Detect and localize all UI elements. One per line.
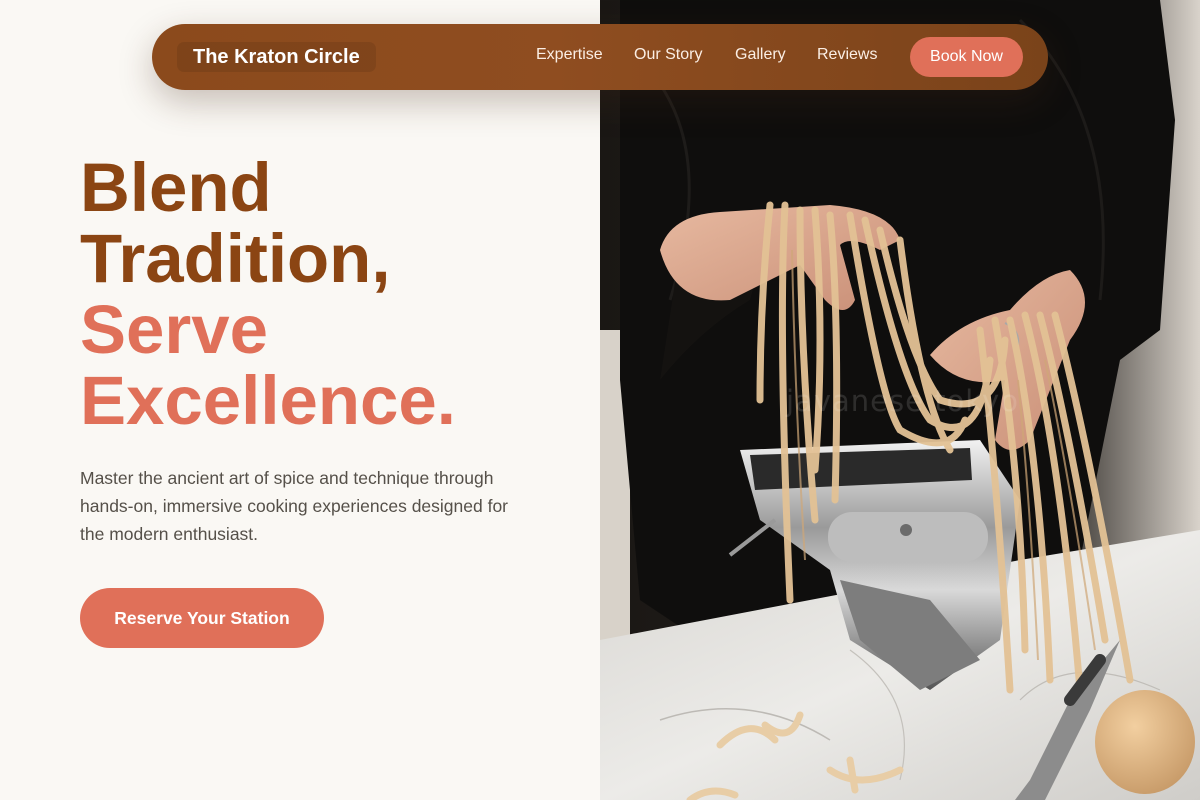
image-watermark: javanese tokyo: [786, 384, 1019, 418]
hero-headline: Blend Tradition, Serve Excellence.: [80, 152, 580, 436]
hero-description: Master the ancient art of spice and tech…: [80, 468, 509, 544]
nav-link-expertise[interactable]: Expertise: [536, 46, 603, 64]
headline-line-4: Excellence.: [80, 362, 456, 439]
nav-link-gallery[interactable]: Gallery: [735, 46, 786, 64]
navbar: The Kraton Circle Expertise Our Story Ga…: [152, 24, 1048, 90]
hero-photo: javanese tokyo: [600, 0, 1200, 800]
brand-logo[interactable]: The Kraton Circle: [177, 42, 376, 72]
nav-link-reviews[interactable]: Reviews: [817, 46, 877, 64]
nav-link-our-story[interactable]: Our Story: [634, 46, 702, 64]
headline-line-1: Blend: [80, 149, 272, 226]
reserve-station-button[interactable]: Reserve Your Station: [80, 588, 324, 648]
book-now-button[interactable]: Book Now: [910, 37, 1023, 77]
headline-line-3: Serve: [80, 291, 268, 368]
headline-line-2: Tradition,: [80, 220, 391, 297]
